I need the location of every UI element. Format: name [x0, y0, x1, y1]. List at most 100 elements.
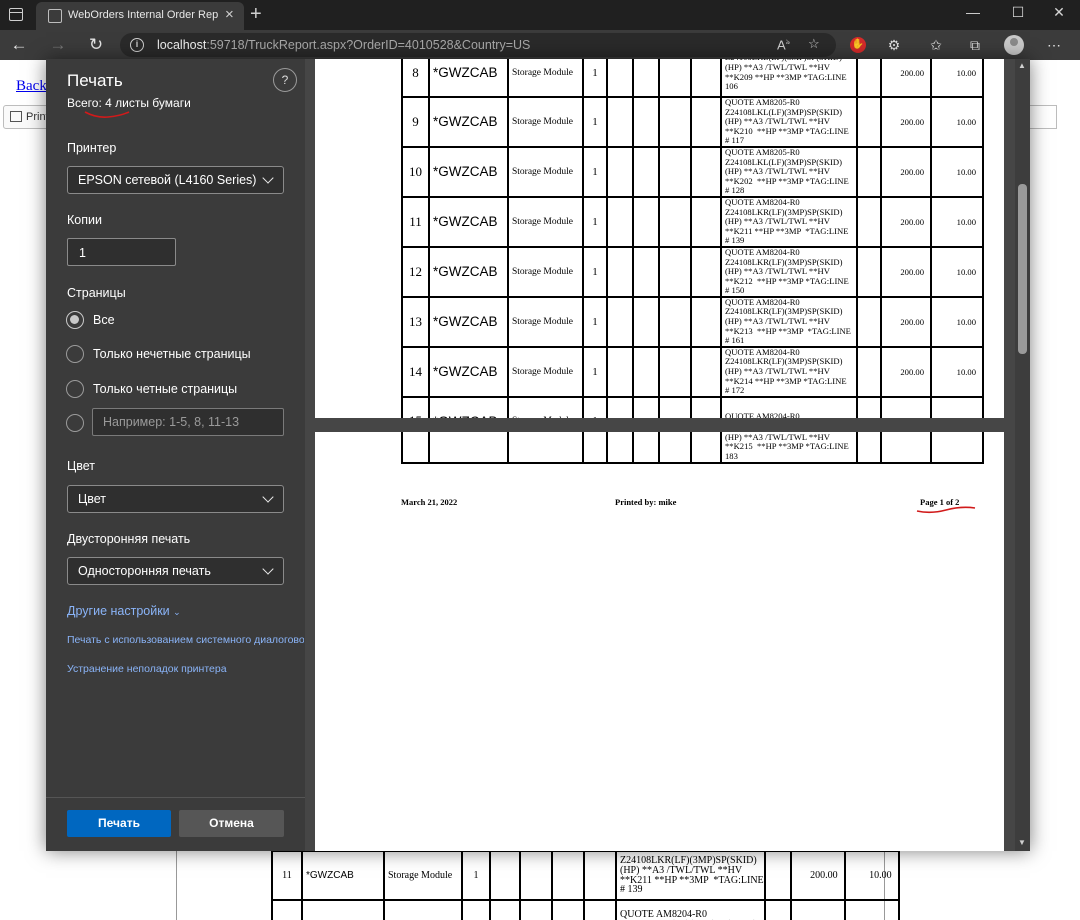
cell-empty — [658, 395, 692, 418]
collections-icon[interactable]: ⧉ — [964, 35, 986, 55]
cell-n: 12 — [271, 899, 303, 920]
cell-empty — [856, 245, 882, 298]
cell-price: 200.00 — [880, 395, 932, 418]
favorites-icon[interactable]: ✩ — [925, 35, 947, 55]
cell-price: 200.00 — [880, 59, 932, 98]
cell-empty — [658, 145, 692, 198]
forward-arrow-icon[interactable]: → — [47, 34, 69, 56]
cell-amount: 10.00 — [843, 850, 900, 901]
printer-icon — [10, 111, 22, 122]
color-value: Цвет — [78, 492, 107, 506]
cell-code: *GWZCAB — [428, 96, 509, 148]
more-settings-link[interactable]: Другие настройки ⌄ — [67, 604, 181, 618]
cell-empty — [428, 432, 509, 464]
chevron-down-icon — [262, 563, 274, 575]
chevron-down-icon — [262, 491, 274, 503]
url-text[interactable]: localhost:59718/TruckReport.aspx?OrderID… — [157, 38, 530, 52]
table-row: 15*GWZCABStorage Module1 QUOTE AM8204-R0 … — [401, 395, 984, 418]
cancel-button[interactable]: Отмена — [179, 810, 284, 837]
new-tab-icon[interactable]: + — [250, 2, 262, 26]
address-bar[interactable]: i localhost:59718/TruckReport.aspx?Order… — [120, 33, 836, 57]
cell-empty — [489, 899, 521, 920]
cell-notes: Z24108LKR(LF)(3MP)SP(SKID) (HP) **A3 /TW… — [615, 850, 766, 901]
chevron-down-small-icon: ⌄ — [173, 607, 181, 617]
cell-empty — [489, 850, 521, 901]
back-link[interactable]: Back — [16, 78, 47, 95]
back-arrow-icon[interactable]: ← — [8, 34, 30, 56]
cell-empty — [763, 850, 792, 901]
cell-empty — [658, 195, 692, 248]
pages-custom-radio[interactable] — [66, 414, 84, 432]
cell-notes: QUOTE AM8204-R0 Z24108LKR(LF)(3MP)SP(SKI… — [720, 345, 858, 398]
cell-empty — [658, 59, 692, 98]
troubleshoot-link[interactable]: Устранение неполадок принтера — [67, 663, 227, 675]
cell-n: 10 — [401, 145, 430, 198]
extension-icon[interactable]: ✋ — [850, 37, 866, 53]
page-range-input[interactable] — [93, 409, 283, 435]
scroll-down-icon[interactable]: ▼ — [1018, 838, 1026, 847]
maximize-icon[interactable]: ☐ — [1003, 4, 1033, 21]
cell-empty — [632, 96, 660, 148]
site-info-icon[interactable]: i — [130, 38, 144, 52]
cell-notes: QUOTE AM8205-R0 Z24108LKL(LF)(3MP)SP(SKI… — [720, 145, 858, 198]
cell-empty — [856, 395, 882, 418]
printer-value: EPSON сетевой (L4160 Series) — [78, 173, 257, 187]
print-preview[interactable]: 8*GWZCABStorage Module1Z24108LKL(LF)(3MP… — [305, 59, 1030, 851]
page-range-field[interactable] — [92, 408, 284, 436]
cell-qty: 1 — [582, 145, 608, 198]
order-table-sheet-1: 8*GWZCABStorage Module1Z24108LKL(LF)(3MP… — [401, 59, 984, 418]
duplex-select[interactable]: Односторонняя печать — [67, 557, 284, 585]
cell-empty — [606, 195, 634, 248]
scroll-up-icon[interactable]: ▲ — [1018, 61, 1026, 70]
copies-input[interactable]: 1 — [67, 238, 176, 266]
cell-amount: 10.00 — [930, 195, 984, 248]
cell-notes: QUOTE AM8204-R0 Z24108LKR(LF)(3MP)SP(SKI… — [615, 899, 766, 920]
cell-empty — [606, 59, 634, 98]
cell-empty — [551, 850, 585, 901]
add-favorite-icon[interactable]: ☆ — [808, 36, 820, 52]
system-dialog-link[interactable]: Печать с использованием системного диало… — [67, 634, 304, 646]
color-label: Цвет — [67, 459, 96, 473]
color-select[interactable]: Цвет — [67, 485, 284, 513]
profile-avatar-icon[interactable] — [1004, 35, 1024, 55]
cell-empty — [690, 245, 722, 298]
pages-odd-radio[interactable] — [66, 345, 84, 363]
pages-even-radio[interactable] — [66, 380, 84, 398]
browser-tab[interactable]: WebOrders Internal Order Report × — [36, 2, 244, 30]
cell-empty — [690, 395, 722, 418]
table-row: 12*GWZCABStorage Module1 QUOTE AM8204-R0 … — [271, 899, 900, 920]
pages-all-label[interactable]: Все — [93, 313, 115, 327]
cell-desc: Storage Module — [383, 850, 463, 901]
cell-qty: 1 — [461, 850, 491, 901]
read-aloud-icon[interactable]: A৯ — [777, 36, 790, 52]
scroll-thumb[interactable] — [1018, 184, 1027, 354]
tab-close-icon[interactable]: × — [225, 6, 234, 24]
cell-amount: 10.00 — [930, 59, 984, 98]
cell-empty — [690, 195, 722, 248]
table-row: 8*GWZCABStorage Module1 Z24108LKL(LF)(3MP… — [401, 59, 984, 98]
extensions-icon[interactable]: ⚙ — [883, 35, 905, 55]
pages-odd-label[interactable]: Только нечетные страницы — [93, 347, 251, 361]
footer-printed-by: Printed by: mike — [615, 497, 677, 507]
preview-scrollbar[interactable]: ▲ ▼ — [1015, 59, 1030, 851]
cell-empty — [690, 432, 722, 464]
tab-actions-icon[interactable] — [9, 8, 23, 21]
minimize-icon[interactable]: — — [958, 4, 988, 20]
cell-amount: 10.00 — [843, 899, 900, 920]
more-menu-icon[interactable]: ⋯ — [1043, 35, 1065, 55]
cell-code: *GWZCAB — [428, 395, 509, 418]
preview-sheet-1: 8*GWZCABStorage Module1Z24108LKL(LF)(3MP… — [315, 59, 1004, 418]
cell-price: 200.00 — [880, 295, 932, 348]
print-button[interactable]: Печать — [67, 810, 171, 837]
printer-select[interactable]: EPSON сетевой (L4160 Series) — [67, 166, 284, 194]
cell-qty: 1 — [582, 195, 608, 248]
cell-notes: QUOTE AM8205-R0 Z24108LKL(LF)(3MP)SP(SKI… — [720, 96, 858, 148]
pages-all-radio[interactable] — [66, 311, 84, 329]
pages-even-label[interactable]: Только четные страницы — [93, 382, 237, 396]
total-sheets: Всего: 4 листы бумаги — [67, 96, 191, 110]
cell-n: 12 — [401, 245, 430, 298]
help-icon[interactable]: ? — [273, 68, 297, 92]
table-row: 11 *GWZCAB Storage Module 1 QUOTE AM8204-R0 … — [401, 195, 984, 248]
refresh-icon[interactable]: ↻ — [85, 34, 107, 56]
window-close-icon[interactable]: ✕ — [1044, 4, 1074, 21]
